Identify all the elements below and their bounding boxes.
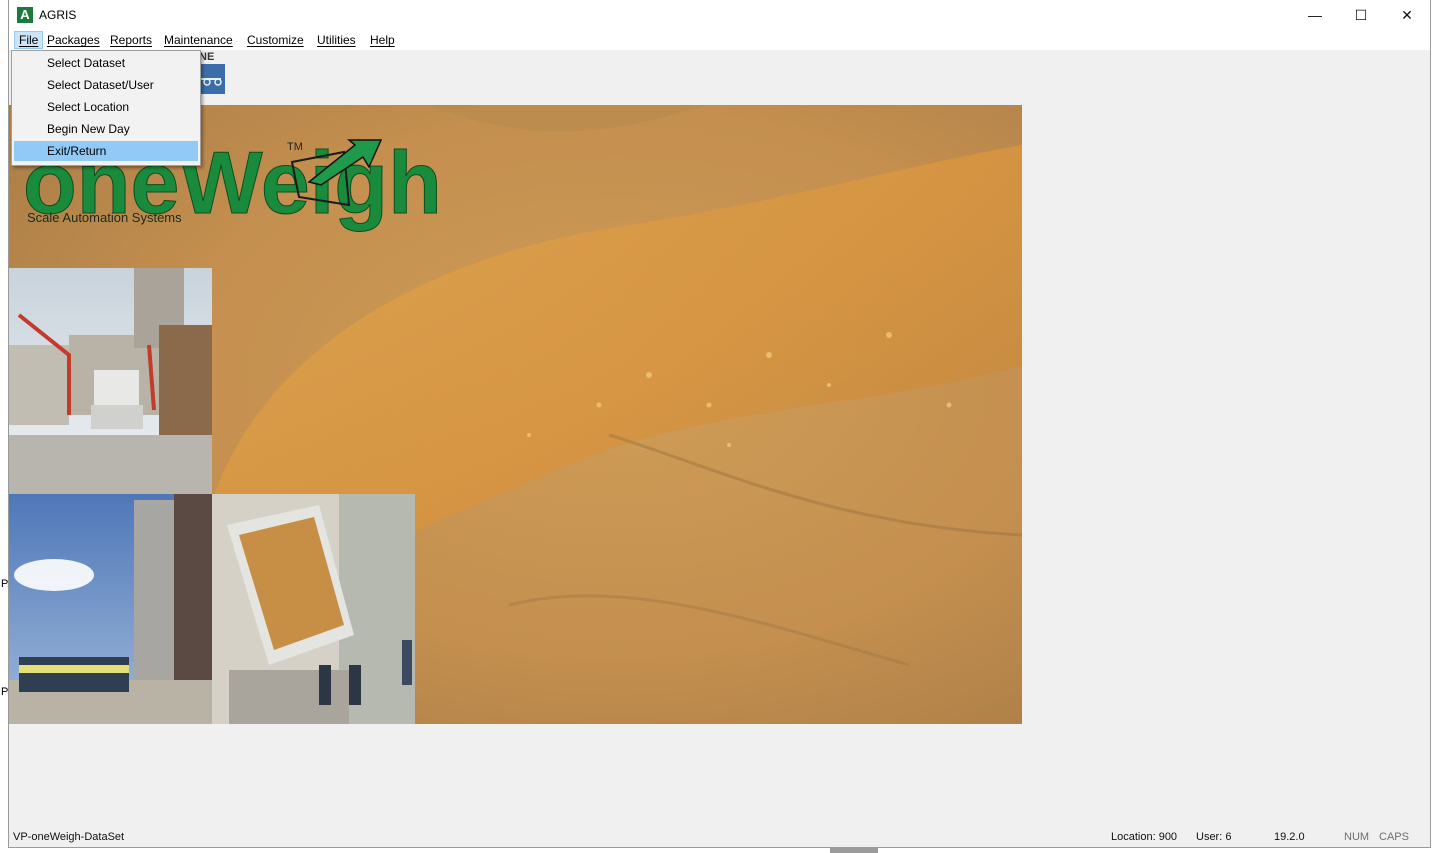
menu-file[interactable]: File (14, 31, 44, 49)
status-dataset: VP-oneWeigh-DataSet (13, 831, 125, 843)
menu-item-label: Select Dataset (47, 56, 126, 70)
toolbar-fragment-label: NE (199, 51, 215, 63)
taskbar-edge (830, 847, 878, 853)
menu-packages[interactable]: Packages (47, 33, 100, 47)
menu-customize[interactable]: Customize (247, 33, 304, 47)
menu-item-label: Select Location (47, 100, 130, 114)
agris-window: A AGRIS — ☐ ✕ File Packages Reports Main… (8, 0, 1431, 848)
agris-app-icon: A (17, 7, 33, 23)
menu-item-select-location[interactable]: Select Location (14, 97, 198, 117)
status-version: 19.2.0 (1274, 831, 1305, 843)
minimize-button[interactable]: — (1292, 0, 1338, 30)
menu-maintenance[interactable]: Maintenance (164, 33, 233, 47)
maximize-button[interactable]: ☐ (1338, 0, 1384, 30)
truck-scale-icon[interactable] (199, 64, 225, 94)
status-location: Location: 900 (1111, 831, 1178, 843)
menu-item-label: Exit/Return (47, 144, 107, 158)
menu-item-label: Select Dataset/User (47, 78, 154, 92)
status-num: NUM (1344, 831, 1370, 843)
close-button[interactable]: ✕ (1384, 0, 1430, 30)
oneweigh-splash: oneWeigh TM Scale Automation Systems (9, 105, 1022, 724)
toolbar-fragment: NE (199, 51, 225, 95)
menu-item-select-dataset[interactable]: Select Dataset (14, 53, 198, 73)
menu-item-begin-new-day[interactable]: Begin New Day (14, 119, 198, 139)
menu-item-label: Begin New Day (47, 122, 130, 136)
menu-reports[interactable]: Reports (110, 33, 152, 47)
menu-bar: File Packages Reports Maintenance Custom… (9, 30, 1430, 50)
title-bar[interactable]: A AGRIS — ☐ ✕ (9, 0, 1430, 30)
menu-item-exit-return[interactable]: Exit/Return (14, 141, 198, 161)
splash-graphic: oneWeigh TM Scale Automation Systems (9, 105, 1022, 724)
menu-item-select-dataset-user[interactable]: Select Dataset/User (14, 75, 198, 95)
logo-tagline: Scale Automation Systems (27, 210, 182, 225)
status-user: User: 6 (1196, 831, 1232, 843)
status-caps: CAPS (1379, 831, 1409, 843)
logo-trademark: TM (287, 141, 303, 153)
desktop-edge: P P (0, 0, 8, 853)
menu-help[interactable]: Help (370, 33, 395, 47)
menu-utilities[interactable]: Utilities (317, 33, 356, 47)
file-menu-dropdown: Select Dataset Select Dataset/User Selec… (11, 50, 201, 166)
window-title: AGRIS (39, 8, 77, 22)
